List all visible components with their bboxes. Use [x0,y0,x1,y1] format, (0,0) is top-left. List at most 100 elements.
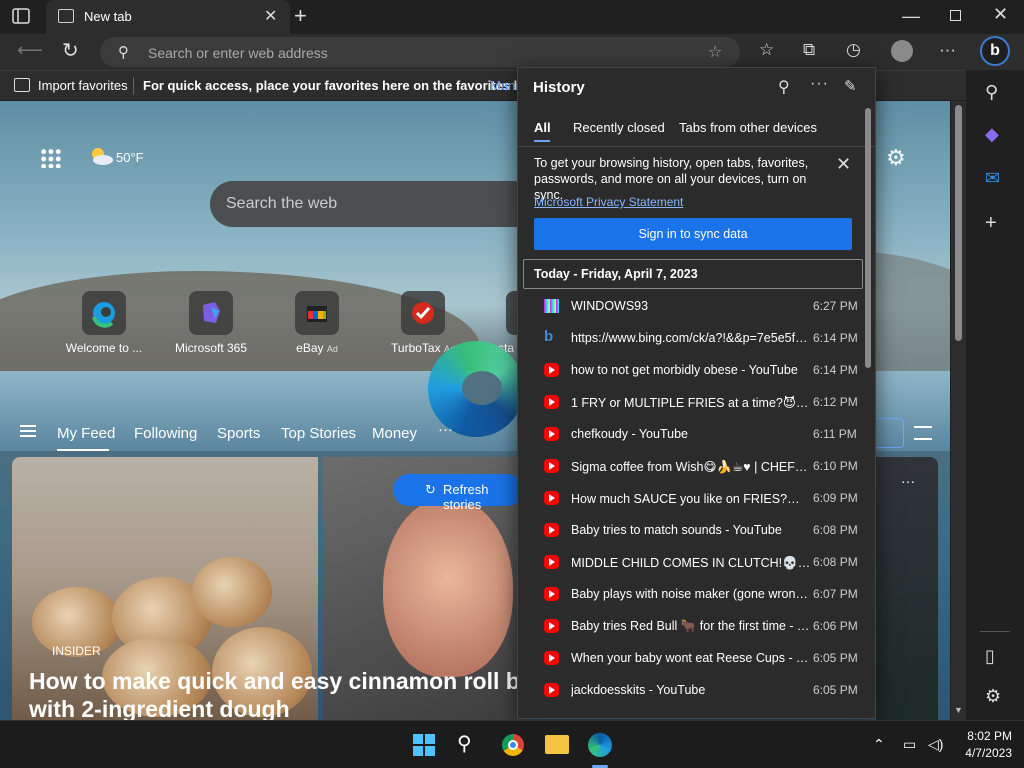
history-item-time: 6:08 PM [813,523,858,537]
scrollbar-thumb[interactable] [955,105,962,341]
history-item[interactable]: WINDOWS93 6:27 PM [518,290,868,322]
history-item[interactable]: chefkoudy - YouTube 6:11 PM [518,418,868,450]
feed-menu-icon[interactable] [20,425,36,437]
weather-icon[interactable] [88,146,114,166]
sidebar-settings-icon[interactable]: ⚙ [985,686,1001,707]
history-scrollbar[interactable] [865,108,871,368]
weather-temperature[interactable]: 50°F [116,150,144,165]
volume-icon[interactable]: ◁) [928,736,943,753]
dismiss-sync-icon[interactable]: ✕ [836,154,851,175]
favorites-icon[interactable]: ☆ [759,40,774,60]
refresh-stories-button[interactable]: ↻ Refresh stories [393,474,523,512]
taskbar-search-icon[interactable]: ⚲ [457,731,472,756]
history-item[interactable]: how to not get morbidly obese - YouTube 6… [518,354,868,386]
youtube-icon [544,619,559,633]
new-tab-button[interactable]: + [294,3,307,29]
feed-tab-top-stories[interactable]: Top Stories [281,425,356,442]
collections-icon[interactable]: ⧉ [803,40,815,60]
feed-tab-following[interactable]: Following [134,425,197,442]
file-explorer-icon[interactable] [545,735,569,754]
bing-chat-button[interactable]: b [980,36,1010,66]
show-hidden-icons-chevron-icon[interactable]: ⌃ [873,736,885,753]
grid-layout-icon[interactable] [874,418,904,448]
quick-link-label: Microsoft 365 [174,341,248,355]
start-button-windows-icon[interactable] [413,734,435,756]
history-tab-all[interactable]: All [534,120,551,135]
profile-avatar[interactable] [891,40,913,62]
history-item[interactable]: Baby tries to match sounds - YouTube 6:08… [518,514,868,546]
history-item[interactable]: MIDDLE CHILD COMES IN CLUTCH!💀😂 ... 6:08 … [518,546,868,578]
history-item[interactable]: b https://www.bing.com/ck/a?!&&p=7e5e5f9.… [518,322,868,354]
history-title: History [533,79,585,96]
back-button[interactable]: ⟵ [17,40,43,61]
news-headline[interactable]: How to make quick and easy cinnamon roll… [29,667,529,720]
sidebar-search-icon[interactable]: ⚲ [985,82,998,103]
favorites-hint: For quick access, place your favorites h… [143,78,537,93]
edge-taskbar-icon[interactable] [588,733,612,757]
tab-new-tab[interactable]: New tab ✕ [46,0,290,34]
feed-navigation: My Feed Following Sports Top Stories Mon… [0,415,515,451]
sign-in-sync-button[interactable]: Sign in to sync data [534,218,852,250]
collapse-chevron-up-icon[interactable]: ⌃ [875,255,876,269]
settings-more-icon[interactable]: ··· [939,40,956,60]
page-settings-gear-icon[interactable]: ⚙ [886,145,906,171]
sidebar-add-icon[interactable]: + [985,212,997,235]
address-input[interactable]: Search or enter web address [148,45,328,61]
history-item[interactable]: How much SAUCE you like on FRIES?😋🍌 ... 6… [518,482,868,514]
history-icon[interactable]: ◷ [846,40,861,60]
sidebar-toggle-icon[interactable]: ▯ [985,646,995,667]
feed-tab-my-feed[interactable]: My Feed [57,425,115,442]
sidebar-microsoft-365-icon[interactable]: ◆ [985,124,999,145]
history-date-header[interactable]: Today - Friday, April 7, 2023 [523,259,863,289]
privacy-statement-link[interactable]: Microsoft Privacy Statement [534,195,683,209]
history-item[interactable]: Sigma coffee from Wish😋🍌☕♥ | CHEFK... 6:1… [518,450,868,482]
divider [133,77,134,95]
minimize-button[interactable]: — [902,6,920,27]
youtube-icon [544,587,559,601]
refresh-stories-label: Refresh stories [443,482,489,512]
pin-history-icon[interactable]: ✎ [844,77,857,95]
history-tab-recently-closed[interactable]: Recently closed [573,120,665,135]
card-more-button[interactable]: ··· [901,473,915,489]
divider [518,146,875,147]
import-favorites-button[interactable]: Import favorites [38,78,128,93]
history-more-options-icon[interactable]: ··· [810,75,829,93]
history-item[interactable]: 1 FRY or MULTIPLE FRIES at a time?😈🔥 ...… [518,386,868,418]
feed-tab-money[interactable]: Money [372,425,417,442]
web-search-box[interactable]: Search the web [210,181,550,227]
restore-button[interactable] [950,10,961,21]
list-layout-icon[interactable] [914,426,932,440]
history-tab-other-devices[interactable]: Tabs from other devices [679,120,817,135]
add-favorite-icon[interactable]: ☆ [708,42,722,62]
scroll-down-arrow-icon[interactable]: ▼ [954,705,963,715]
history-item[interactable]: Baby tries Red Bull 🐂 for the first time… [518,610,868,642]
tab-actions-icon[interactable] [12,8,30,24]
history-item-title: Baby tries to match sounds - YouTube [571,523,782,537]
history-item-time: 6:07 PM [813,587,858,601]
clock-time[interactable]: 8:02 PM [962,729,1012,743]
feed-more-button[interactable]: ··· [438,421,453,438]
history-item[interactable]: When your baby wont eat Reese Cups - Yo.… [518,642,868,674]
network-icon[interactable]: ▭ [903,736,916,753]
history-item-title: jackdoesskits - YouTube [571,683,706,697]
history-item-title: chefkoudy - YouTube [571,427,688,441]
address-bar[interactable]: ⚲ Search or enter web address ☆ [100,37,740,67]
quick-link-ebay[interactable]: eBay Ad [267,291,367,355]
quick-link-microsoft-365[interactable]: Microsoft 365 [161,291,261,355]
clock-date[interactable]: 4/7/2023 [952,746,1012,760]
chrome-icon[interactable] [502,734,524,756]
feed-tab-sports[interactable]: Sports [217,425,260,442]
close-window-button[interactable]: ✕ [993,4,1008,25]
sidebar-outlook-icon[interactable]: ✉ [985,168,1000,189]
close-tab-icon[interactable]: ✕ [264,6,277,26]
page-scrollbar[interactable]: ▼ [951,101,966,720]
quick-link-welcome[interactable]: Welcome to ... [54,291,154,355]
history-search-icon[interactable]: ⚲ [778,77,790,97]
history-item[interactable]: Baby plays with noise maker (gone wrong)… [518,578,868,610]
history-item[interactable]: jackdoesskits - YouTube 6:05 PM [518,674,868,706]
refresh-button[interactable]: ↻ [62,38,79,63]
history-item-title: how to not get morbidly obese - YouTube [571,363,798,377]
import-icon [14,78,30,92]
apps-grid-icon[interactable] [40,148,62,168]
map-card[interactable] [876,457,938,720]
